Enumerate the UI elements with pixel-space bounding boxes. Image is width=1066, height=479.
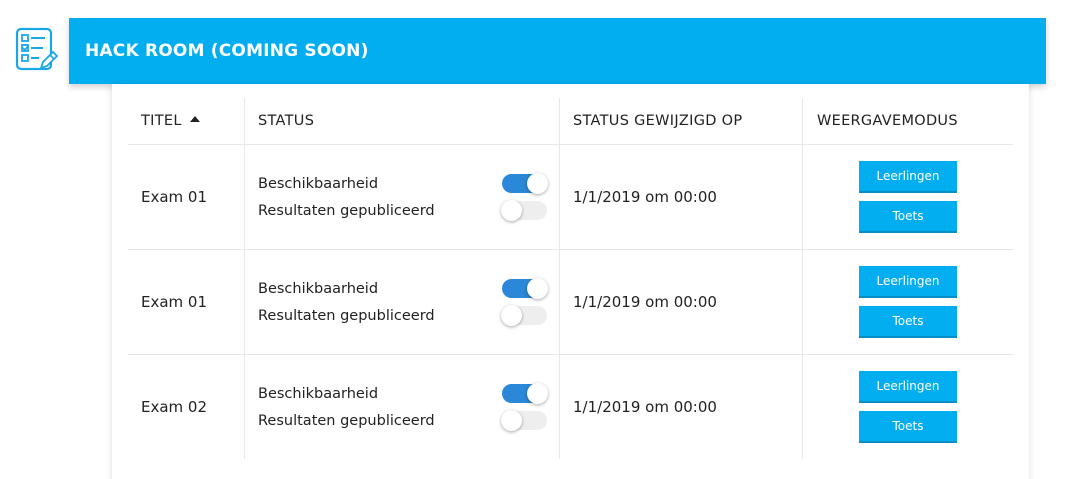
toggle-knob: [527, 173, 548, 194]
students-button[interactable]: Leerlingen: [859, 161, 957, 193]
table-header-row: TITEL STATUS STATUS GEWIJZIGD OP WEERGAV…: [128, 98, 1013, 145]
test-button[interactable]: Toets: [859, 306, 957, 338]
results-published-label: Resultaten gepubliceerd: [258, 307, 435, 324]
column-header-status: STATUS: [245, 98, 560, 144]
column-header-changed-on: STATUS GEWIJZIGD OP: [560, 98, 803, 144]
exam-table-card: TITEL STATUS STATUS GEWIJZIGD OP WEERGAV…: [112, 84, 1029, 479]
view-mode-cell: Leerlingen Toets: [803, 355, 1013, 459]
toggle-knob: [501, 305, 522, 326]
status-changed-date: 1/1/2019 om 00:00: [573, 293, 717, 311]
column-header-status-label: STATUS: [258, 113, 315, 129]
students-button[interactable]: Leerlingen: [859, 266, 957, 298]
availability-label: Beschikbaarheid: [258, 280, 379, 297]
sort-ascending-icon[interactable]: [189, 116, 200, 122]
status-cell: Beschikbaarheid Resultaten gepubliceerd: [245, 355, 560, 459]
toggle-knob: [501, 200, 522, 221]
availability-label: Beschikbaarheid: [258, 385, 379, 402]
column-header-title[interactable]: TITEL: [128, 98, 245, 144]
table-row: Exam 01 Beschikbaarheid Resultaten gepub…: [128, 145, 1013, 250]
exam-title-cell: Exam 01: [128, 145, 245, 249]
toggle-knob: [527, 383, 548, 404]
toggle-knob: [527, 278, 548, 299]
changed-on-cell: 1/1/2019 om 00:00: [560, 250, 803, 354]
exam-title: Exam 01: [141, 293, 208, 311]
results-published-toggle[interactable]: [501, 305, 547, 326]
test-button[interactable]: Toets: [859, 201, 957, 233]
availability-toggle[interactable]: [502, 173, 548, 194]
status-changed-date: 1/1/2019 om 00:00: [573, 398, 717, 416]
column-header-changed-on-label: STATUS GEWIJZIGD OP: [573, 113, 743, 129]
exam-document-icon[interactable]: [14, 26, 59, 74]
column-header-view-mode-label: WEERGAVEMODUS: [817, 113, 958, 129]
toggle-knob: [501, 410, 522, 431]
column-header-view-mode: WEERGAVEMODUS: [803, 98, 1013, 144]
students-button[interactable]: Leerlingen: [859, 371, 957, 403]
results-published-toggle[interactable]: [501, 410, 547, 431]
header-banner: HACK ROOM (COMING SOON): [69, 18, 1046, 84]
test-button[interactable]: Toets: [859, 411, 957, 443]
availability-toggle[interactable]: [502, 278, 548, 299]
exam-title-cell: Exam 01: [128, 250, 245, 354]
page-title: HACK ROOM (COMING SOON): [85, 41, 369, 61]
view-mode-cell: Leerlingen Toets: [803, 250, 1013, 354]
results-published-label: Resultaten gepubliceerd: [258, 202, 435, 219]
view-mode-cell: Leerlingen Toets: [803, 145, 1013, 249]
availability-toggle[interactable]: [502, 383, 548, 404]
results-published-toggle[interactable]: [501, 200, 547, 221]
table-row: Exam 01 Beschikbaarheid Resultaten gepub…: [128, 250, 1013, 355]
results-published-label: Resultaten gepubliceerd: [258, 412, 435, 429]
availability-label: Beschikbaarheid: [258, 175, 379, 192]
status-cell: Beschikbaarheid Resultaten gepubliceerd: [245, 250, 560, 354]
status-cell: Beschikbaarheid Resultaten gepubliceerd: [245, 145, 560, 249]
exam-table: TITEL STATUS STATUS GEWIJZIGD OP WEERGAV…: [128, 98, 1013, 459]
column-header-title-label: TITEL: [141, 113, 182, 129]
table-row: Exam 02 Beschikbaarheid Resultaten gepub…: [128, 355, 1013, 459]
exam-title: Exam 01: [141, 188, 208, 206]
status-changed-date: 1/1/2019 om 00:00: [573, 188, 717, 206]
page: HACK ROOM (COMING SOON) TITEL STATUS STA…: [0, 0, 1066, 479]
exam-title-cell: Exam 02: [128, 355, 245, 459]
changed-on-cell: 1/1/2019 om 00:00: [560, 145, 803, 249]
exam-title: Exam 02: [141, 398, 208, 416]
changed-on-cell: 1/1/2019 om 00:00: [560, 355, 803, 459]
